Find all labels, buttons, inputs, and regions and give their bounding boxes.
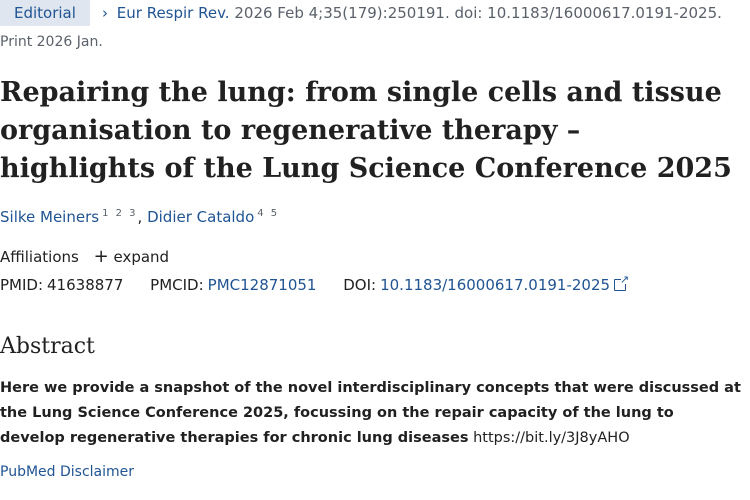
author-list: Silke Meiners 1 2 3, Didier Cataldo 4 5 [0,208,279,226]
author-affiliation-refs[interactable]: 4 5 [257,208,279,219]
journal-link[interactable]: Eur Respir Rev. [117,4,230,22]
pmcid-link[interactable]: PMC12871051 [208,276,317,294]
author-affiliation-refs[interactable]: 1 2 3 [102,208,137,219]
pmid-value: 41638877 [47,276,124,294]
author-link[interactable]: Didier Cataldo [147,208,254,226]
affiliations-toggle[interactable]: Affiliations + expand [0,246,170,267]
author-separator: , [137,208,143,226]
external-link-icon[interactable] [614,273,629,291]
doi-label: DOI: [343,276,377,294]
abstract-link[interactable]: https://bit.ly/3J8yAHO [473,430,630,446]
chevron-right-icon: › [102,4,108,22]
identifiers: PMID: 41638877 PMCID: PMC12871051 DOI: 10.1… [0,273,629,294]
pmid-label: PMID: [0,276,44,294]
citation-line: › Eur Respir Rev. 2026 Feb 4;35(179):250… [102,4,722,22]
citation-details: 2026 Feb 4;35(179):250191. doi: 10.1183/… [234,4,722,22]
article-title: Repairing the lung: from single cells an… [0,77,732,184]
author-link[interactable]: Silke Meiners [0,208,99,226]
pmcid-label: PMCID: [150,276,204,294]
abstract-body: Here we provide a snapshot of the novel … [0,380,741,446]
print-date: Print 2026 Jan. [0,34,103,50]
affiliations-label: Affiliations [0,248,79,266]
abstract-heading: Abstract [0,334,95,359]
doi-link[interactable]: 10.1183/16000617.0191-2025 [380,276,610,294]
pubmed-disclaimer-link[interactable]: PubMed Disclaimer [0,464,134,480]
plus-icon: + [93,246,109,267]
abstract-text: Here we provide a snapshot of the novel … [0,376,742,451]
article-type-badge[interactable]: Editorial [0,0,90,26]
expand-label[interactable]: expand [114,248,170,266]
